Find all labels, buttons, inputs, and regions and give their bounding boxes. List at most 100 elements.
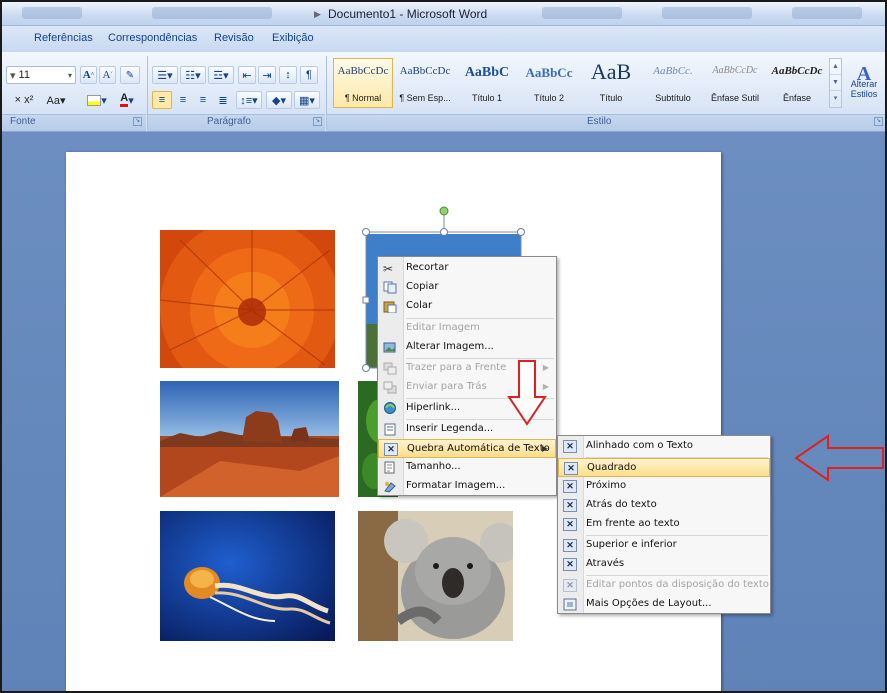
menu-item-label: Alinhado com o Texto bbox=[586, 440, 694, 451]
menu-item-copiar[interactable]: Copiar bbox=[378, 278, 556, 297]
bring-forward-icon bbox=[383, 362, 397, 375]
menu-item-tamanho[interactable]: Tamanho... bbox=[378, 458, 556, 477]
wrap-top-bottom-icon: ✕ bbox=[563, 539, 577, 552]
rotation-handle-icon bbox=[439, 206, 449, 216]
change-picture-icon bbox=[383, 341, 397, 354]
menu-item-label: Atrás do texto bbox=[586, 499, 657, 510]
change-styles-button[interactable]: A Alterar Estilos bbox=[844, 56, 884, 112]
sort-button[interactable]: ↕ bbox=[279, 66, 297, 84]
tab-revisao[interactable]: Revisão bbox=[214, 32, 254, 44]
style-sample: AaBbCcDc bbox=[771, 65, 823, 77]
justify-button[interactable]: ≣ bbox=[214, 91, 232, 109]
multilevel-list-icon: ☲▾ bbox=[213, 69, 229, 82]
style-subtitle[interactable]: AaBbCc. Subtítulo bbox=[643, 58, 703, 108]
tab-referencias[interactable]: Referências bbox=[34, 32, 93, 44]
wrap-tight-icon: ✕ bbox=[563, 480, 577, 493]
multilevel-list-button[interactable]: ☲▾ bbox=[208, 66, 234, 84]
menu-item-quebra-automatica[interactable]: ✕ Quebra Automática de Texto ▶ bbox=[378, 439, 556, 458]
ribbon: ▾ 11 ▾ A ^ Aˇ ✎ × x² Aa▾ ▾ A ▾ ☰▾ ☷▾ ☲▾ ⇤ … bbox=[2, 52, 885, 132]
clear-formatting-button[interactable]: ✎ bbox=[120, 66, 140, 84]
wrap-tight[interactable]: ✕ Próximo bbox=[558, 477, 770, 496]
photo-jellyfish[interactable] bbox=[160, 511, 335, 641]
style-sample: AaBbCcDc bbox=[337, 65, 389, 77]
align-center-button[interactable]: ≡ bbox=[174, 91, 192, 109]
style-sample: AaBbCc. bbox=[653, 65, 693, 77]
menu-item-label: Próximo bbox=[586, 480, 627, 491]
wrap-behind-icon: ✕ bbox=[563, 499, 577, 512]
scroll-up-icon[interactable]: ▲ bbox=[830, 59, 841, 75]
wrap-more-layout-options[interactable]: Mais Opções de Layout... bbox=[558, 595, 770, 614]
wrap-behind-text[interactable]: ✕ Atrás do texto bbox=[558, 496, 770, 515]
bullets-button[interactable]: ☰▾ bbox=[152, 66, 178, 84]
eraser-icon: ✎ bbox=[125, 69, 135, 81]
highlighter-icon bbox=[87, 94, 102, 106]
bullets-icon: ☰▾ bbox=[157, 69, 173, 82]
dialog-launcher-icon[interactable]: ↘ bbox=[874, 117, 883, 126]
menu-item-editar-imagem[interactable]: Editar Imagem bbox=[378, 319, 556, 338]
style-gallery-scroll[interactable]: ▲ ▼ ▾ bbox=[829, 58, 842, 108]
menu-item-alterar-imagem[interactable]: Alterar Imagem... bbox=[378, 338, 556, 357]
blurred-region bbox=[152, 7, 272, 19]
show-marks-button[interactable]: ¶ bbox=[300, 66, 318, 84]
photo-koala[interactable] bbox=[358, 511, 513, 641]
style-name: ¶ Normal bbox=[344, 93, 382, 103]
photo-flower[interactable] bbox=[160, 230, 335, 368]
font-size-select[interactable]: ▾ 11 ▾ bbox=[6, 66, 76, 84]
style-normal[interactable]: AaBbCcDc ¶ Normal bbox=[333, 58, 393, 108]
wrap-inline[interactable]: ✕ Alinhado com o Texto bbox=[558, 437, 770, 456]
menu-item-label: Tamanho... bbox=[406, 461, 461, 472]
menu-item-label: Quadrado bbox=[587, 462, 637, 473]
scroll-down-icon[interactable]: ▼ bbox=[830, 75, 841, 91]
borders-icon: ▦▾ bbox=[299, 94, 315, 107]
style-name: Ênfase bbox=[782, 93, 812, 103]
menu-item-label: Quebra Automática de Texto bbox=[407, 443, 550, 454]
wrap-square[interactable]: ✕ Quadrado bbox=[558, 458, 770, 477]
tab-exibicao[interactable]: Exibição bbox=[272, 32, 314, 44]
photo-desert[interactable] bbox=[160, 381, 339, 497]
menu-item-label: Trazer para a Frente bbox=[406, 362, 507, 373]
shrink-font-button[interactable]: Aˇ bbox=[99, 66, 116, 84]
decrease-indent-button[interactable]: ⇤ bbox=[238, 66, 256, 84]
font-color-icon: A bbox=[120, 93, 129, 107]
line-spacing-icon: ↕≡▾ bbox=[240, 94, 258, 107]
wrap-edit-points[interactable]: ✕ Editar pontos da disposição do texto bbox=[558, 576, 770, 595]
subscript-superscript-buttons[interactable]: × x² bbox=[6, 91, 42, 109]
font-color-button[interactable]: A ▾ bbox=[114, 91, 140, 109]
wrap-through[interactable]: ✕ Através bbox=[558, 555, 770, 574]
wrap-through-icon: ✕ bbox=[563, 558, 577, 571]
menu-item-recortar[interactable]: ✂ Recortar bbox=[378, 259, 556, 278]
style-heading-1[interactable]: AaBbC Título 1 bbox=[457, 58, 517, 108]
style-no-spacing[interactable]: AaBbCcDc ¶ Sem Esp... bbox=[395, 58, 455, 108]
gallery-more-icon[interactable]: ▾ bbox=[830, 91, 841, 107]
align-left-button[interactable]: ≡ bbox=[152, 91, 172, 109]
grow-font-button[interactable]: A ^ bbox=[80, 66, 97, 84]
style-heading-2[interactable]: AaBbCc Título 2 bbox=[519, 58, 579, 108]
wrap-square-icon: ✕ bbox=[564, 462, 578, 475]
size-icon bbox=[383, 461, 397, 474]
menu-item-colar[interactable]: Colar bbox=[378, 297, 556, 316]
increase-indent-button[interactable]: ⇥ bbox=[258, 66, 276, 84]
style-title[interactable]: AaB Título bbox=[581, 58, 641, 108]
wrap-in-front[interactable]: ✕ Em frente ao texto bbox=[558, 515, 770, 534]
blurred-region bbox=[792, 7, 862, 19]
shading-button[interactable]: ◆▾ bbox=[266, 91, 292, 109]
text-wrap-icon: ✕ bbox=[384, 443, 398, 456]
tab-correspondencias[interactable]: Correspondências bbox=[108, 32, 197, 44]
sort-icon: ↕ bbox=[285, 69, 291, 81]
menu-item-formatar-imagem[interactable]: Formatar Imagem... bbox=[378, 477, 556, 496]
edit-wrap-points-icon: ✕ bbox=[563, 579, 577, 592]
align-right-button[interactable]: ≡ bbox=[194, 91, 212, 109]
change-styles-label: Alterar Estilos bbox=[850, 79, 878, 99]
dialog-launcher-icon[interactable]: ↘ bbox=[133, 117, 142, 126]
annotation-arrow-down-icon bbox=[507, 360, 547, 426]
line-spacing-button[interactable]: ↕≡▾ bbox=[236, 91, 262, 109]
wrap-top-bottom[interactable]: ✕ Superior e inferior bbox=[558, 536, 770, 555]
numbering-button[interactable]: ☷▾ bbox=[180, 66, 206, 84]
highlight-color-button[interactable]: ▾ bbox=[84, 91, 110, 109]
style-emphasis[interactable]: AaBbCcDc Ênfase bbox=[767, 58, 827, 108]
borders-button[interactable]: ▦▾ bbox=[294, 91, 320, 109]
style-subtle-emphasis[interactable]: AaBbCcDc Ênfase Sutil bbox=[705, 58, 765, 108]
menu-item-label: Enviar para Trás bbox=[406, 381, 487, 392]
dialog-launcher-icon[interactable]: ↘ bbox=[313, 117, 322, 126]
change-case-button[interactable]: Aa▾ bbox=[44, 91, 68, 109]
